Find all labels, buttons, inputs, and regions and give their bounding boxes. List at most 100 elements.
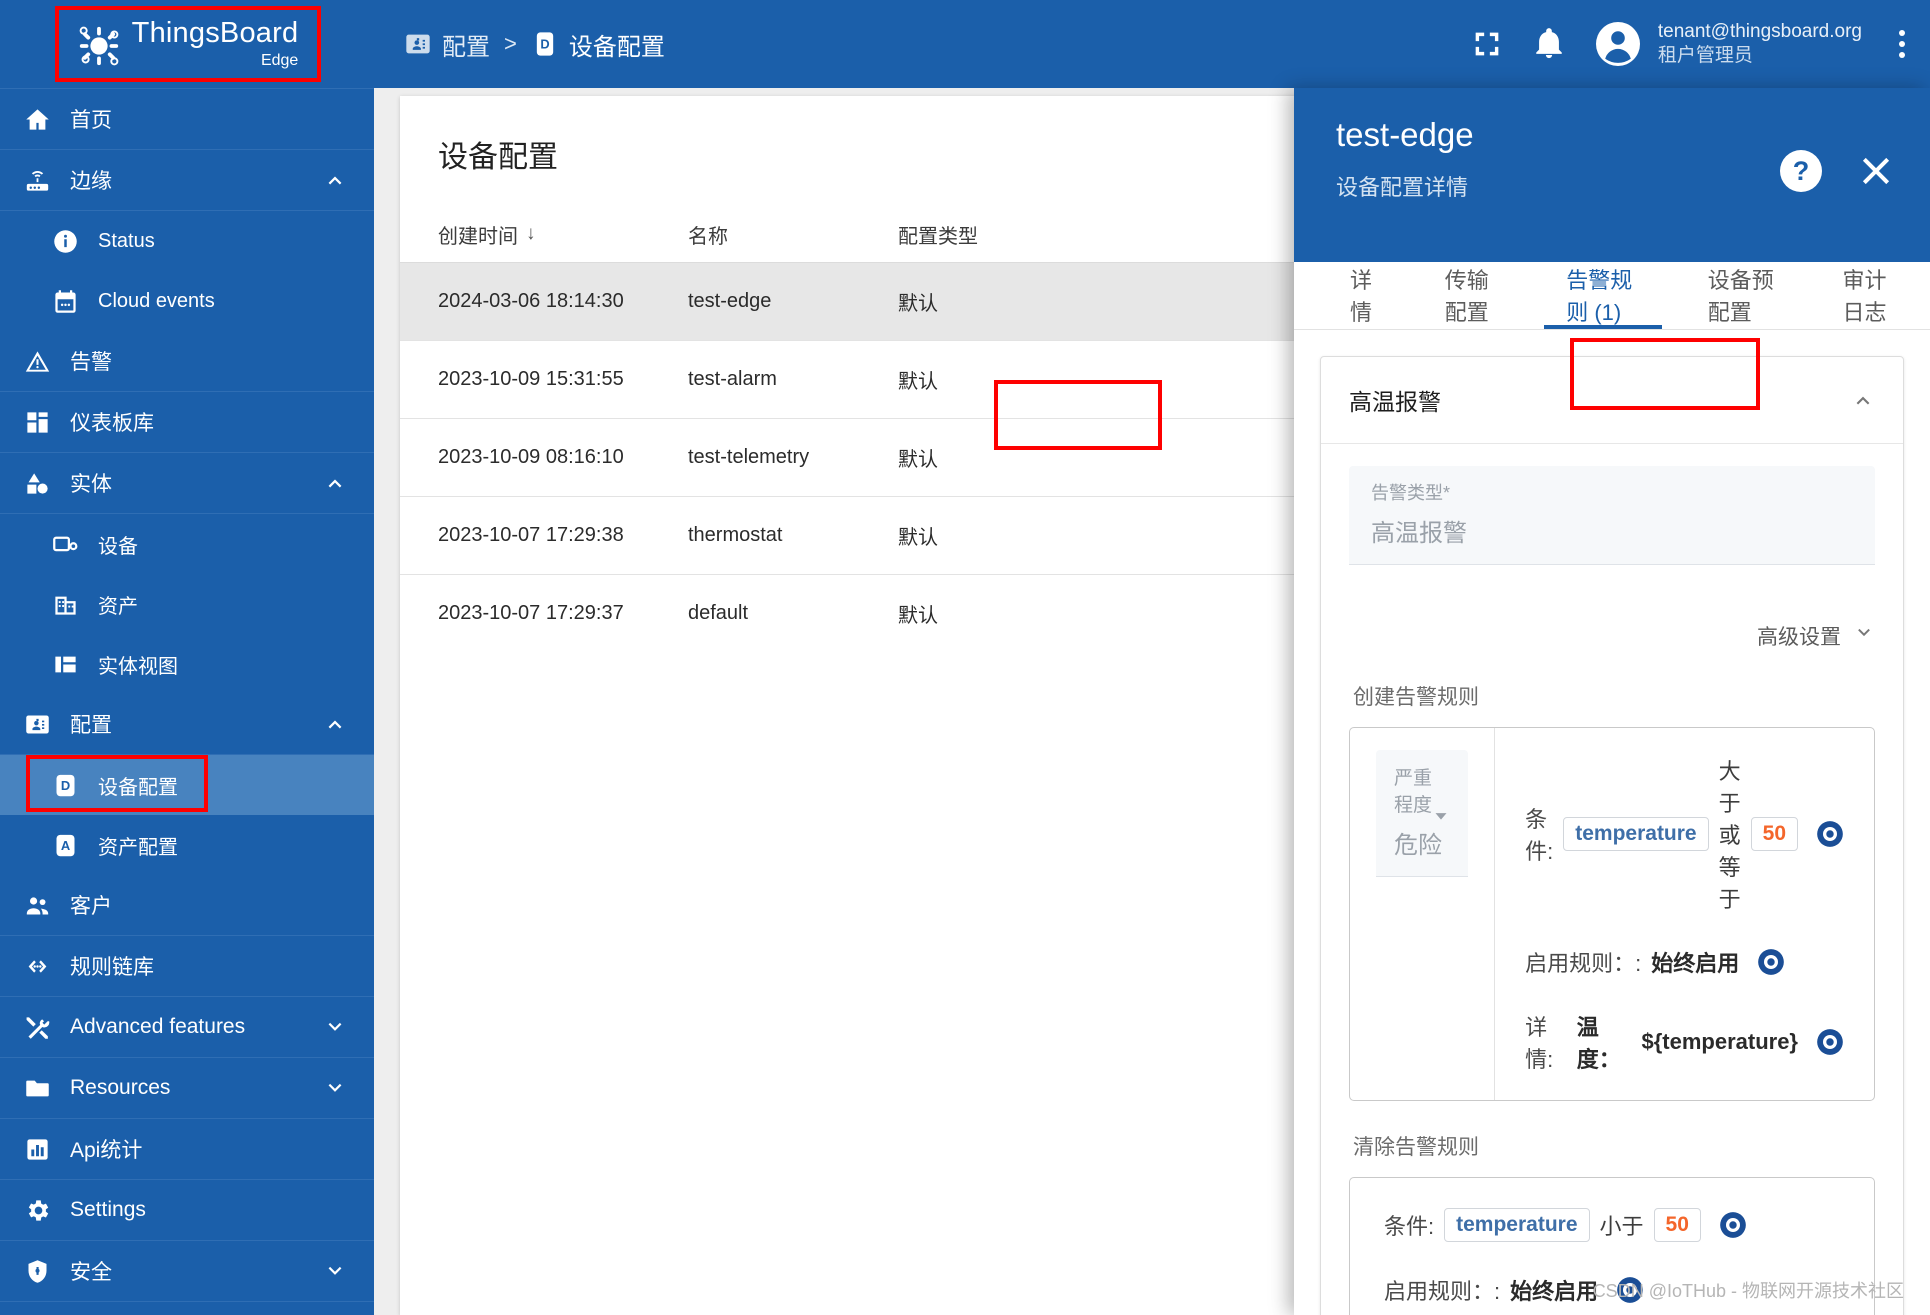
sidebar-item-label: 首页 xyxy=(70,109,112,132)
sidebar-item-12[interactable]: A 资产配置 xyxy=(0,815,374,875)
sidebar-item-0[interactable]: 首页 xyxy=(0,89,374,150)
sidebar-item-2[interactable]: Status xyxy=(0,211,374,271)
sidebar-item-5[interactable]: 仪表板库 xyxy=(0,392,374,453)
tab-1[interactable]: 传输配置 xyxy=(1411,262,1532,329)
close-icon[interactable] xyxy=(1856,151,1896,191)
chevron-down-icon[interactable] xyxy=(324,1260,346,1282)
sidebar-item-label: Cloud events xyxy=(98,289,215,312)
table-cell-created: 2023-10-07 17:29:38 xyxy=(438,524,624,546)
alarm-panel-header[interactable]: 高温报警 xyxy=(1321,357,1903,444)
severity-select[interactable]: 严重程度 危险 xyxy=(1376,749,1469,877)
create-rule-section-title: 创建告警规则 xyxy=(1353,685,1479,709)
user-menu[interactable]: tenant@thingsboard.org 租户管理员 xyxy=(1594,20,1862,68)
sidebar-item-4[interactable]: 告警 xyxy=(0,331,374,392)
breadcrumb: 配置 > D 设备配置 xyxy=(404,27,665,62)
sidebar-item-label: 设备配置 xyxy=(98,776,178,799)
table-row[interactable]: 2023-10-09 15:31:55 test-alarm 默认 xyxy=(400,340,1350,418)
clear-condition-value-chip[interactable]: 50 xyxy=(1653,1207,1701,1242)
advanced-settings-toggle[interactable]: 高级设置 xyxy=(1349,621,1875,651)
chevron-up-icon[interactable] xyxy=(324,713,346,735)
alarm-type-field[interactable]: 告警类型* 高温报警 xyxy=(1349,465,1875,565)
clear-condition-label: 条件: xyxy=(1384,1213,1435,1239)
tab-4[interactable]: 审计日志 xyxy=(1809,262,1930,329)
info-icon xyxy=(50,226,80,256)
eye-icon[interactable] xyxy=(1816,1028,1844,1056)
sidebar-item-15[interactable]: Advanced features xyxy=(0,997,374,1058)
sidebar-item-16[interactable]: Resources xyxy=(0,1058,374,1119)
sidebar-item-13[interactable]: 客户 xyxy=(0,875,374,936)
arrow-down-icon: ↓ xyxy=(526,223,536,244)
tab-label: 告警规则 (1) xyxy=(1566,268,1633,326)
column-header-name[interactable]: 名称 xyxy=(688,220,898,249)
clear-condition-key-chip[interactable]: temperature xyxy=(1444,1207,1590,1242)
asset-building-icon xyxy=(50,589,80,619)
breadcrumb-item-device-profile[interactable]: D 设备配置 xyxy=(531,27,665,62)
sidebar-item-label: 边缘 xyxy=(70,170,112,193)
table-cell-type: 默认 xyxy=(898,293,938,315)
calendar-icon xyxy=(50,286,80,316)
column-header-created-time[interactable]: 创建时间 ↓ xyxy=(438,220,688,249)
tab-2[interactable]: 告警规则 (1) xyxy=(1532,262,1674,330)
chevron-up-icon[interactable] xyxy=(324,472,346,494)
sidebar-item-6[interactable]: 实体 xyxy=(0,453,374,514)
drawer-tabs: 详情 传输配置 告警规则 (1) 设备预配置 审计日志 xyxy=(1294,262,1930,330)
create-rule-details: 条件: temperature 大于或等于 50 启用规则：: 始终启用 详情:… xyxy=(1495,728,1874,1100)
svg-text:A: A xyxy=(60,838,69,853)
sidebar-item-17[interactable]: Api统计 xyxy=(0,1119,374,1180)
fullscreen-icon[interactable] xyxy=(1470,27,1504,61)
table-cell-name: thermostat xyxy=(688,524,783,546)
sidebar-item-18[interactable]: Settings xyxy=(0,1180,374,1241)
chevron-down-icon[interactable] xyxy=(324,1016,346,1038)
bell-icon[interactable] xyxy=(1532,27,1566,61)
app-root: ThingsBoard Edge 首页边缘 Status Cloud events 告… xyxy=(0,0,1930,1315)
entity-view-icon xyxy=(50,649,80,679)
sidebar-item-3[interactable]: Cloud events xyxy=(0,271,374,331)
tools-icon xyxy=(22,1012,52,1042)
clear-condition-operator: 小于 xyxy=(1599,1213,1644,1239)
sidebar-item-1[interactable]: 边缘 xyxy=(0,150,374,211)
sidebar-item-7[interactable]: 设备 xyxy=(0,514,374,574)
tab-label: 设备预配置 xyxy=(1707,268,1774,326)
alarm-panel-body: 告警类型* 高温报警 高级设置 创建告警规则 严重程度 危险 条件: tempe… xyxy=(1321,444,1903,1315)
chevron-down-icon[interactable] xyxy=(324,1077,346,1099)
more-vertical-icon[interactable] xyxy=(1896,30,1908,58)
tab-label: 审计日志 xyxy=(1842,268,1887,326)
create-condition-value-chip[interactable]: 50 xyxy=(1750,816,1798,851)
tab-label: 详情 xyxy=(1350,268,1373,326)
help-icon[interactable]: ? xyxy=(1780,150,1822,192)
table-row[interactable]: 2024-03-06 18:14:30 test-edge 默认 xyxy=(400,262,1350,340)
sidebar-item-14[interactable]: 规则链库 xyxy=(0,936,374,997)
create-condition-label: 条件: xyxy=(1525,806,1554,864)
table-cell-type: 默认 xyxy=(898,527,938,549)
eye-icon[interactable] xyxy=(1816,820,1844,848)
device-profile-icon: D xyxy=(50,770,80,800)
brand-logo-block[interactable]: ThingsBoard Edge xyxy=(0,0,374,88)
column-header-type[interactable]: 配置类型 xyxy=(898,220,1098,249)
tab-3[interactable]: 设备预配置 xyxy=(1674,262,1809,329)
bar-chart-icon xyxy=(22,1134,52,1164)
breadcrumb-item-config[interactable]: 配置 xyxy=(404,27,490,62)
eye-icon[interactable] xyxy=(1757,948,1785,976)
table-row[interactable]: 2023-10-07 17:29:37 default 默认 xyxy=(400,574,1350,652)
tab-0[interactable]: 详情 xyxy=(1316,262,1411,329)
table-body: 2024-03-06 18:14:30 test-edge 默认 2023-10-09… xyxy=(400,262,1350,652)
create-condition-key-chip[interactable]: temperature xyxy=(1563,816,1709,851)
sidebar-item-9[interactable]: 实体视图 xyxy=(0,634,374,694)
table-cell-type: 默认 xyxy=(898,605,938,627)
sidebar-item-label: 告警 xyxy=(70,351,112,374)
create-condition-line: 条件: temperature 大于或等于 50 xyxy=(1525,754,1844,914)
sidebar-item-11[interactable]: D 设备配置 xyxy=(0,755,374,815)
sidebar: ThingsBoard Edge 首页边缘 Status Cloud events 告… xyxy=(0,0,374,1315)
sidebar-item-10[interactable]: 配置 xyxy=(0,694,374,755)
sidebar-item-label: 安全 xyxy=(70,1261,112,1284)
folder-icon xyxy=(22,1073,52,1103)
eye-icon[interactable] xyxy=(1719,1211,1747,1239)
brand-subtitle: Edge xyxy=(260,52,299,69)
table-row[interactable]: 2023-10-09 08:16:10 test-telemetry 默认 xyxy=(400,418,1350,496)
chevron-up-icon[interactable] xyxy=(324,169,346,191)
sidebar-item-label: 仪表板库 xyxy=(70,412,154,435)
chevron-up-icon[interactable] xyxy=(1851,388,1875,412)
table-row[interactable]: 2023-10-07 17:29:38 thermostat 默认 xyxy=(400,496,1350,574)
sidebar-item-19[interactable]: 安全 xyxy=(0,1241,374,1302)
sidebar-item-8[interactable]: 资产 xyxy=(0,574,374,634)
